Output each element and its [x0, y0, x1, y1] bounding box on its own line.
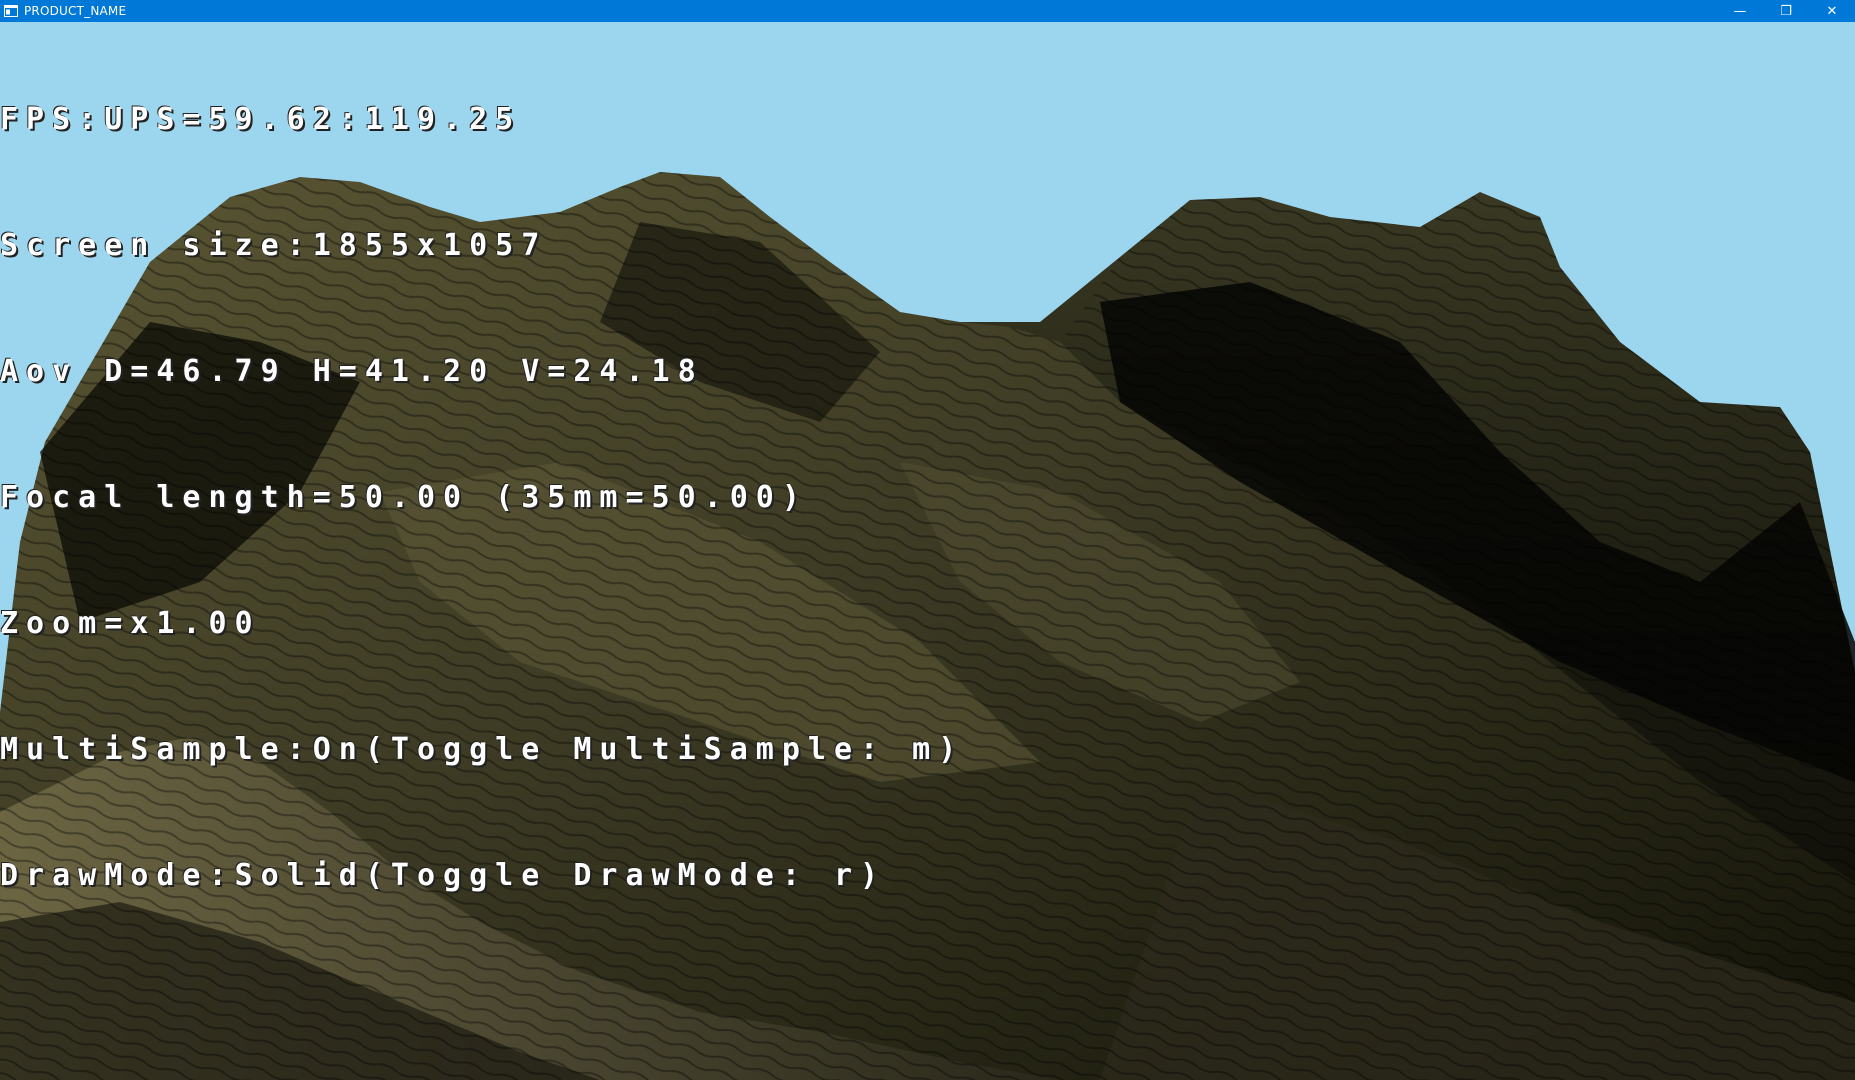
aov-readout: Aov D=46.79 H=41.20 V=24.18	[0, 354, 704, 389]
drawmode-readout: DrawMode:Solid(Toggle DrawMode: r)	[0, 858, 887, 893]
close-button[interactable]: ✕	[1809, 0, 1855, 22]
zoom-readout: Zoom=x1.00	[0, 606, 261, 641]
close-icon: ✕	[1826, 3, 1838, 19]
restore-button[interactable]: ❐	[1763, 0, 1809, 22]
debug-overlay: FPS:UPS=59.62:119.25 Screen size:1855x10…	[0, 22, 964, 974]
window-title: PRODUCT_NAME	[24, 4, 127, 18]
screen-size-readout: Screen size:1855x1057	[0, 228, 548, 263]
window-controls: — ❐ ✕	[1717, 0, 1855, 22]
fps-readout: FPS:UPS=59.62:119.25	[0, 102, 522, 137]
focal-length-readout: Focal length=50.00 (35mm=50.00)	[0, 480, 808, 515]
app-icon	[4, 5, 18, 17]
minimize-button[interactable]: —	[1717, 0, 1763, 22]
minimize-icon: —	[1733, 3, 1747, 19]
title-bar[interactable]: PRODUCT_NAME — ❐ ✕	[0, 0, 1855, 22]
app-window: PRODUCT_NAME — ❐ ✕ FPS:UPS=59.62:119.25 …	[0, 0, 1855, 1080]
restore-icon: ❐	[1780, 3, 1792, 19]
multisample-readout: MultiSample:On(Toggle MultiSample: m)	[0, 732, 965, 767]
